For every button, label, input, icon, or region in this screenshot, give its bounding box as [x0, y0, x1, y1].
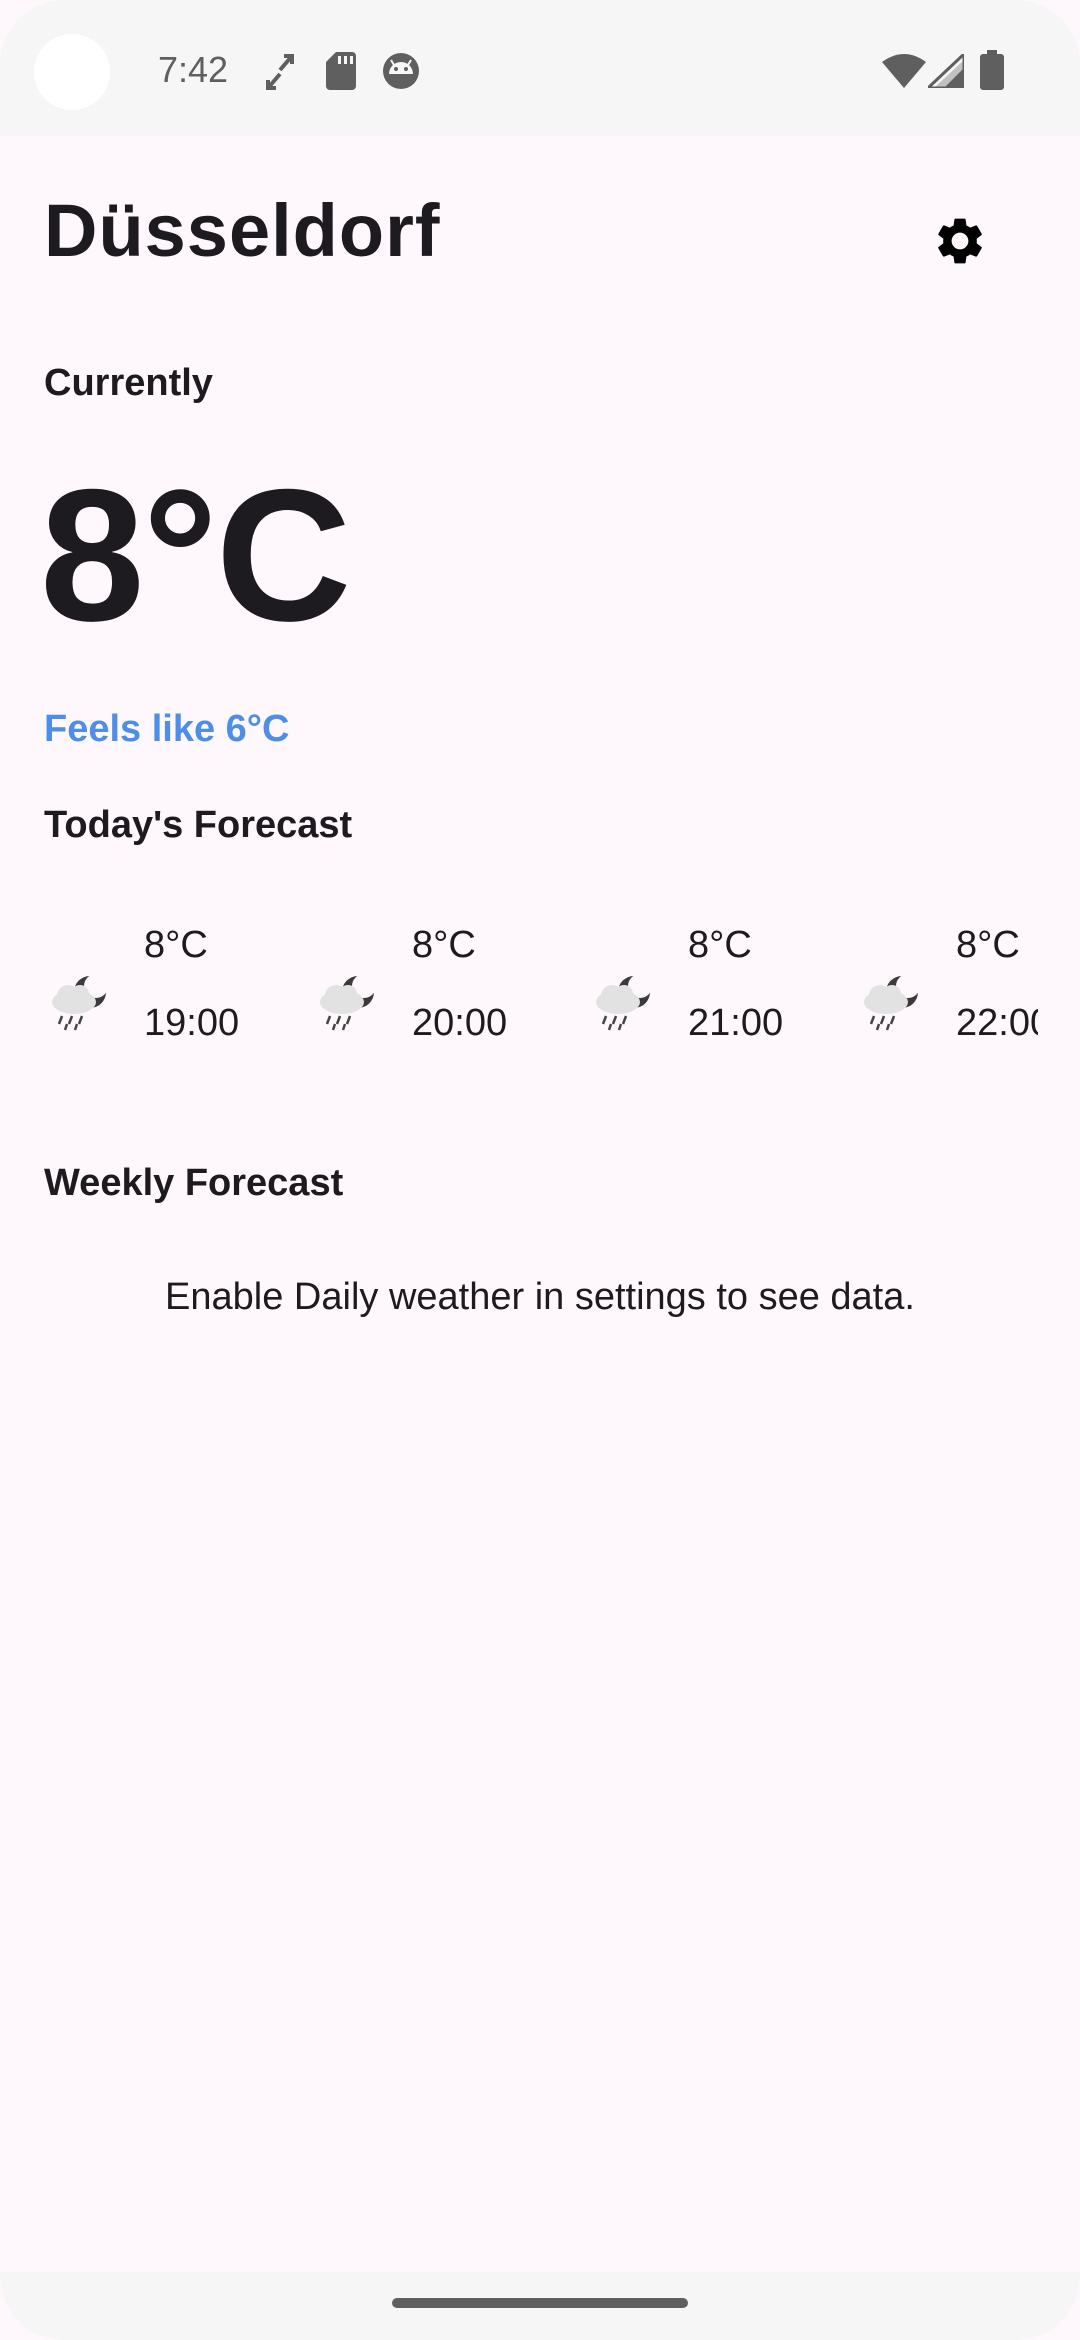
sd-card-icon: [326, 52, 356, 95]
hour-temperature: 8°C: [956, 924, 1020, 966]
weekly-forecast-label: Weekly Forecast: [44, 1162, 344, 1204]
todays-forecast-label: Today's Forecast: [44, 804, 353, 846]
hour-time: 20:00: [412, 1002, 508, 1044]
currently-label: Currently: [44, 362, 213, 404]
weekly-empty-message: Enable Daily weather in settings to see …: [165, 1276, 915, 1318]
hour-time: 19:00: [144, 1002, 240, 1044]
hour-temperature: 8°C: [688, 924, 752, 966]
hour-temperature: 8°C: [412, 924, 476, 966]
status-time: 7:42: [158, 49, 229, 90]
hour-temperature: 8°C: [144, 924, 208, 966]
hour-time: 22:00: [956, 1002, 1038, 1044]
hour-time: 21:00: [688, 1002, 784, 1044]
top-app-bar: Düsseldorf: [0, 136, 1080, 326]
night-rain-icon: [856, 966, 926, 1036]
settings-button[interactable]: [900, 182, 1020, 302]
battery-icon: [980, 50, 1004, 95]
cell-signal-icon: [924, 50, 966, 93]
night-rain-icon: [312, 966, 382, 1036]
feels-like-text: Feels like 6°C: [44, 708, 290, 750]
status-bar: 7:42: [0, 0, 1080, 136]
hourly-forecast-list[interactable]: 8°C 19:00 8°C 20:00 8°C 21:00 8°C 22:0: [44, 920, 1038, 1070]
sync-icon: [266, 52, 294, 97]
night-rain-icon: [588, 966, 658, 1036]
wifi-icon: [882, 54, 926, 93]
night-rain-icon: [44, 966, 114, 1036]
android-face-icon: [382, 52, 420, 95]
weather-screen: 7:42 Düsseldorf Currently 8°C Feels like…: [0, 0, 1080, 2340]
city-title: Düsseldorf: [44, 189, 441, 272]
home-indicator[interactable]: [392, 2298, 688, 2308]
camera-cutout: [34, 34, 110, 110]
current-temperature: 8°C: [40, 450, 352, 660]
gear-icon: [932, 213, 988, 272]
